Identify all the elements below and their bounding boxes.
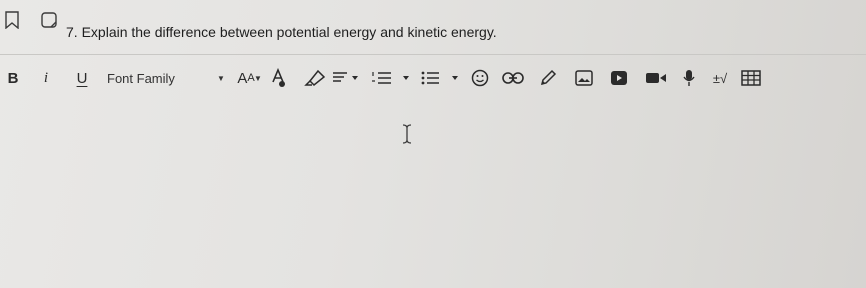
- video-icon[interactable]: [610, 60, 628, 96]
- question-text: Explain the difference between potential…: [81, 24, 497, 40]
- font-size-label-big: A: [237, 69, 248, 87]
- image-icon[interactable]: [574, 60, 594, 96]
- underline-button[interactable]: U: [73, 60, 91, 96]
- font-family-value: Font Family: [107, 70, 175, 86]
- editor-toolbar: B i U Font Family ▼ AA ▼ ±√: [0, 60, 866, 96]
- bulleted-list-icon[interactable]: [420, 60, 464, 96]
- font-family-select[interactable]: Font Family ▼: [107, 60, 227, 96]
- font-color-icon[interactable]: [268, 60, 288, 96]
- numbered-list-icon[interactable]: [371, 60, 415, 96]
- bold-button[interactable]: B: [5, 60, 21, 96]
- question-row: 7. Explain the difference between potent…: [0, 0, 866, 54]
- chevron-down-icon[interactable]: ▼: [254, 60, 262, 96]
- emoji-icon[interactable]: [470, 60, 490, 96]
- italic-button[interactable]: i: [40, 60, 52, 96]
- highlighter-icon[interactable]: [304, 60, 326, 96]
- question-prompt: 7. Explain the difference between potent…: [66, 24, 497, 40]
- align-icon[interactable]: [332, 60, 360, 96]
- math-icon[interactable]: ±√: [709, 60, 731, 96]
- flag-icon[interactable]: [41, 12, 57, 28]
- bookmark-icon[interactable]: [4, 11, 20, 29]
- divider: [0, 54, 866, 55]
- text-cursor-icon: [401, 124, 413, 144]
- chevron-down-icon: ▼: [217, 73, 225, 83]
- record-video-icon[interactable]: [645, 60, 667, 96]
- link-icon[interactable]: [502, 60, 524, 96]
- pencil-icon[interactable]: [538, 60, 558, 96]
- table-icon[interactable]: [741, 60, 761, 96]
- microphone-icon[interactable]: [682, 60, 696, 96]
- answer-editor[interactable]: [0, 100, 866, 288]
- question-number: 7.: [66, 24, 78, 40]
